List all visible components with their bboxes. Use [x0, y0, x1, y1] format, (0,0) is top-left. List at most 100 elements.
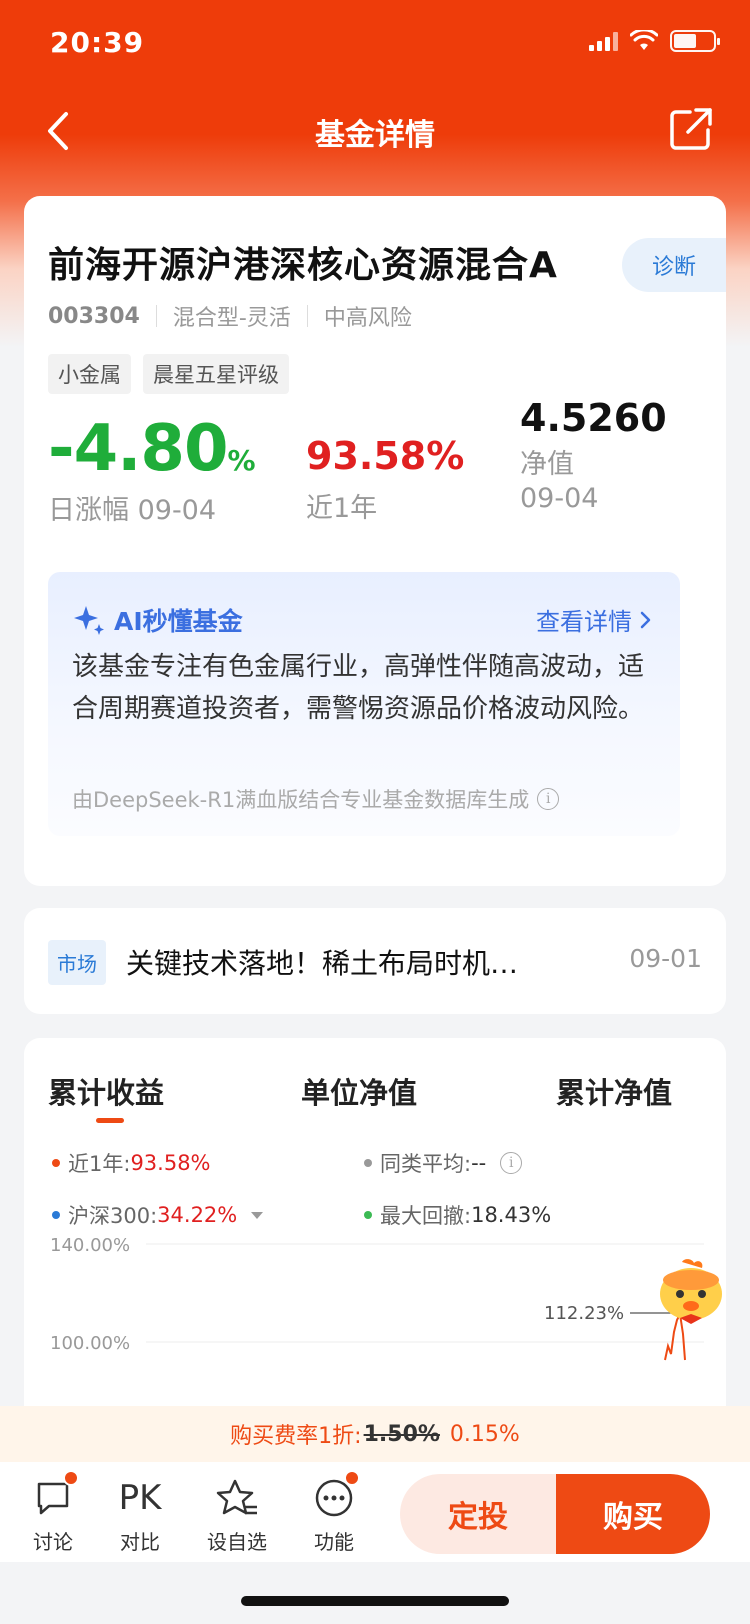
home-indicator [241, 1596, 509, 1606]
chevron-right-icon [640, 611, 651, 628]
buy-button[interactable]: 购买 [556, 1474, 710, 1554]
discuss-label: 讨论 [33, 1530, 73, 1554]
discuss-icon-wrap [13, 1470, 93, 1520]
status-time: 20:39 [50, 26, 145, 59]
fund-name: 前海开源沪港深核心资源混合A [48, 245, 558, 286]
legend-label: 最大回撤: [380, 1204, 472, 1228]
y-tick-label: 100.00% [50, 1333, 130, 1354]
battery-icon [670, 30, 720, 52]
signal-icon [589, 31, 618, 51]
nav-label: 净值 [520, 449, 574, 480]
ai-summary-text: 该基金专注有色金属行业，高弹性伴随高波动，适合周期赛道投资者，需警惕资源品价格波… [72, 652, 645, 724]
legend-value: 18.43% [471, 1203, 552, 1227]
diagnose-button[interactable]: 诊断 [622, 238, 726, 292]
legend-dot [52, 1159, 60, 1167]
legend-dot [364, 1159, 372, 1167]
news-title[interactable]: 关键技术落地！稀土布局时机… [126, 942, 586, 982]
news-tag: 市场 [48, 940, 106, 985]
daily-change-label: 日涨幅 09-04 [48, 495, 217, 526]
pk-icon: PK [118, 1478, 162, 1518]
star-icon [216, 1479, 257, 1515]
wifi-icon [630, 30, 658, 50]
fee-prefix: 购买费率1折: [230, 1424, 362, 1449]
watchlist-label: 设自选 [207, 1530, 267, 1554]
functions-label: 功能 [314, 1530, 354, 1554]
tab-unit-nav[interactable]: 单位净值 [301, 1070, 417, 1112]
legend-label: 同类平均: [380, 1152, 472, 1176]
performance-chart[interactable]: 140.00% 100.00% 112.23% [24, 1238, 726, 1406]
watchlist-icon-wrap [197, 1476, 277, 1520]
discuss-button[interactable]: 讨论 [13, 1470, 93, 1555]
legend-fund: 近1年: 93.58% [52, 1148, 211, 1178]
daily-change-unit: % [227, 444, 255, 477]
share-icon[interactable] [668, 106, 714, 152]
nav-block: 4.5260 净值 09-04 [520, 396, 667, 514]
legend-peer: 同类平均: -- i [364, 1148, 523, 1178]
fund-tag[interactable]: 晨星五星评级 [143, 354, 289, 394]
tab-cumulative-nav[interactable]: 累计净值 [556, 1070, 672, 1112]
page-title: 基金详情 [315, 118, 435, 153]
functions-icon-wrap [294, 1470, 374, 1520]
watchlist-button[interactable]: 设自选 [197, 1476, 277, 1555]
one-year-return: 93.58% [306, 434, 465, 478]
fund-tag[interactable]: 小金属 [48, 354, 131, 394]
legend-drawdown: 最大回撤: 18.43% [364, 1200, 551, 1230]
fund-stats: -4.80% 日涨幅 09-04 93.58% 近1年 4.5260 净值 09… [48, 396, 708, 546]
ai-detail-link[interactable]: 查看详情 [536, 602, 652, 637]
fee-old-rate: 1.50% [363, 1421, 440, 1447]
auto-invest-button[interactable]: 定投 [400, 1474, 556, 1554]
info-icon[interactable]: i [537, 788, 560, 810]
ai-footer: 由DeepSeek-R1满血版结合专业基金数据库生成 i [72, 784, 560, 814]
fund-type: 混合型-灵活 [172, 306, 291, 331]
one-year-block: 93.58% 近1年 [306, 434, 464, 525]
daily-change-block: -4.80% 日涨幅 09-04 [48, 412, 256, 527]
legend-value: 93.58% [130, 1151, 211, 1175]
ai-title: AI秒懂基金 [72, 602, 243, 638]
divider [155, 305, 157, 327]
fund-risk: 中高风险 [323, 306, 412, 331]
legend-dot [364, 1211, 372, 1219]
legend-dot [52, 1211, 60, 1219]
nav-date: 09-04 [520, 483, 599, 514]
compare-button[interactable]: PK 对比 [100, 1476, 180, 1555]
legend-value: 34.22% [157, 1203, 238, 1227]
ai-summary-box[interactable]: AI秒懂基金 查看详情 该基金专注有色金属行业，高弹性伴随高波动，适合周期赛道投… [48, 572, 680, 836]
legend-value: -- [471, 1151, 487, 1175]
fund-tags: 小金属 晨星五星评级 [48, 354, 289, 394]
info-icon[interactable]: i [500, 1152, 523, 1174]
fund-summary-card: 前海开源沪港深核心资源混合A 诊断 003304 混合型-灵活 中高风险 小金属… [24, 196, 726, 886]
status-icons [589, 30, 720, 52]
dropdown-caret-icon [251, 1211, 264, 1219]
fee-new-rate: 0.15% [449, 1421, 520, 1447]
notification-badge [344, 1470, 360, 1486]
news-card[interactable]: 市场 关键技术落地！稀土布局时机… 09-01 [24, 908, 726, 1014]
tab-cumulative-return[interactable]: 累计收益 [48, 1070, 164, 1123]
mascot-icon[interactable] [652, 1256, 730, 1334]
divider [306, 305, 308, 327]
news-date: 09-01 [629, 944, 702, 973]
one-year-label: 近1年 [306, 493, 378, 524]
performance-card: 累计收益 单位净值 累计净值 近1年: 93.58% 同类平均: -- i 沪深… [24, 1038, 726, 1458]
ai-detail-label: 查看详情 [536, 608, 632, 636]
ai-footer-text: 由DeepSeek-R1满血版结合专业基金数据库生成 [72, 788, 530, 812]
nav-value: 4.5260 [520, 396, 667, 440]
notification-badge [63, 1470, 79, 1486]
legend-index[interactable]: 沪深300: 34.22% [52, 1200, 264, 1230]
bottom-action-bar: 讨论 PK 对比 设自选 功能 定投 购买 [0, 1462, 750, 1562]
ai-title-text: AI秒懂基金 [114, 607, 243, 636]
compare-label: 对比 [120, 1530, 160, 1554]
status-bar: 20:39 [0, 0, 750, 88]
y-tick-label: 140.00% [50, 1238, 130, 1256]
legend-label: 近1年: [68, 1152, 131, 1176]
compare-icon-wrap: PK [100, 1476, 180, 1520]
action-buttons: 定投 购买 [400, 1474, 710, 1554]
fund-code: 003304 [48, 303, 140, 329]
safe-area [0, 1562, 750, 1624]
nav-bar: 基金详情 [0, 96, 750, 168]
fee-banner[interactable]: 购买费率1折: 1.50% 0.15% [0, 1406, 750, 1462]
functions-button[interactable]: 功能 [294, 1470, 374, 1555]
fund-meta: 003304 混合型-灵活 中高风险 [48, 300, 412, 332]
legend-label: 沪深300: [68, 1204, 158, 1228]
daily-change-value: -4.80% [48, 412, 256, 486]
daily-change-number: -4.80 [48, 412, 228, 486]
